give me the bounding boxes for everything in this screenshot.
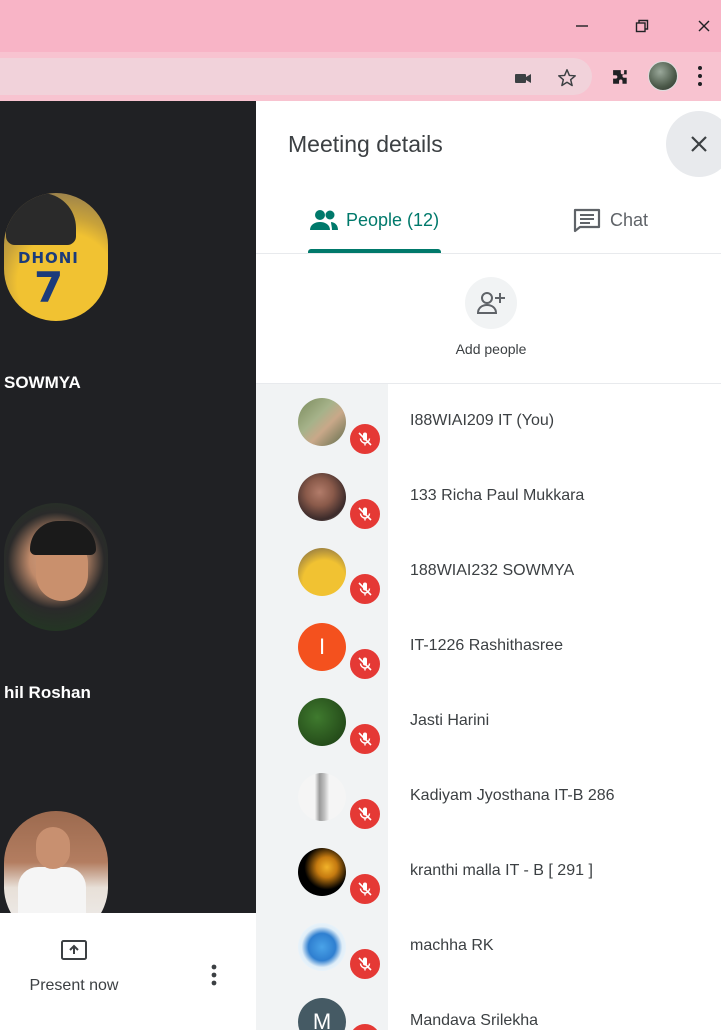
mic-off-badge [348, 572, 382, 606]
mic-off-icon [358, 957, 372, 971]
add-people-circle [465, 277, 517, 329]
restore-icon [635, 19, 649, 33]
participant-tile-avatar [4, 503, 108, 631]
extensions-puzzle-icon[interactable] [608, 65, 632, 89]
avatar-initial: I [318, 634, 326, 659]
participant-list: I88WIAI209 IT (You) 133 Richa Paul Mukka… [256, 384, 721, 1030]
present-now-label: Present now [29, 977, 119, 994]
close-window-button[interactable] [684, 8, 721, 44]
close-panel-button[interactable] [666, 111, 721, 177]
participant-name: Jasti Harini [410, 712, 490, 729]
add-people-button[interactable]: Add people [446, 277, 536, 357]
participant-name: Kadiyam Jyosthana IT-B 286 [410, 787, 615, 804]
meeting-details-panel: Meeting details People (12) Chat Add peo… [256, 101, 721, 1030]
mic-off-icon [358, 807, 372, 821]
participant-avatar [298, 698, 346, 746]
participant-row[interactable]: 133 Richa Paul Mukkara [256, 459, 721, 534]
participant-tile-name: SOWMYA [4, 373, 81, 392]
mic-off-icon [358, 507, 372, 521]
restore-window-button[interactable] [622, 8, 662, 44]
participant-avatar: I [298, 623, 346, 671]
bookmark-star-icon[interactable] [556, 67, 578, 89]
participant-avatar [298, 398, 346, 446]
mic-off-badge [348, 422, 382, 456]
participant-row[interactable]: kranthi malla IT - B [ 291 ] [256, 834, 721, 909]
participant-avatar: M [298, 998, 346, 1030]
participant-name: Mandava Srilekha [410, 1012, 539, 1029]
close-icon [698, 20, 710, 32]
add-people-label: Add people [455, 341, 527, 357]
profile-avatar[interactable] [648, 61, 678, 91]
mic-off-badge [348, 797, 382, 831]
participant-avatar [298, 923, 346, 971]
mic-off-badge [348, 947, 382, 981]
tab-people-label: People (12) [346, 209, 440, 230]
video-stage: DHONI 7 SOWMYA hil Roshan [0, 101, 256, 913]
participant-tile-name: hil Roshan [4, 683, 91, 702]
participant-row[interactable]: Jasti Harini [256, 684, 721, 759]
tabs-divider [256, 253, 721, 254]
participant-name: 133 Richa Paul Mukkara [410, 487, 585, 504]
minimize-icon [576, 25, 588, 27]
panel-title: Meeting details [288, 131, 443, 157]
participant-row[interactable]: machha RK [256, 909, 721, 984]
browser-toolbar [0, 52, 721, 101]
more-vert-icon [211, 964, 217, 986]
participant-name: 188WIAI232 SOWMYA [410, 562, 575, 579]
participant-name: IT-1226 Rashithasree [410, 637, 563, 654]
browser-titlebar [0, 0, 721, 52]
participant-avatar [298, 473, 346, 521]
camera-icon[interactable] [512, 70, 534, 86]
participant-avatar [298, 773, 346, 821]
mic-off-badge [348, 872, 382, 906]
tab-chat[interactable]: Chat [572, 201, 648, 239]
jersey-number: 7 [34, 263, 64, 312]
participant-row[interactable]: M Mandava Srilekha [256, 984, 721, 1030]
participant-row[interactable]: I IT-1226 Rashithasree [256, 609, 721, 684]
chat-icon [573, 208, 601, 233]
present-screen-icon [61, 940, 87, 960]
participant-name: machha RK [410, 937, 494, 954]
browser-menu-icon[interactable] [696, 64, 704, 88]
address-bar[interactable] [0, 58, 592, 95]
present-now-button[interactable]: Present now [18, 939, 130, 1007]
people-icon [310, 210, 338, 230]
participant-row[interactable]: I88WIAI209 IT (You) [256, 384, 721, 459]
participant-row[interactable]: Kadiyam Jyosthana IT-B 286 [256, 759, 721, 834]
participant-avatar [298, 548, 346, 596]
participant-name: I88WIAI209 IT (You) [410, 412, 555, 429]
mic-off-icon [358, 882, 372, 896]
mic-off-badge [348, 722, 382, 756]
mic-off-icon [358, 732, 372, 746]
meeting-controls: Present now [0, 913, 256, 1030]
participant-avatar [298, 848, 346, 896]
person-add-icon [476, 292, 505, 314]
tab-people[interactable]: People (12) [308, 201, 439, 239]
mic-off-badge [348, 497, 382, 531]
participant-row[interactable]: 188WIAI232 SOWMYA [256, 534, 721, 609]
tab-chat-label: Chat [610, 209, 649, 230]
participant-name: kranthi malla IT - B [ 291 ] [410, 862, 593, 879]
app-window: { "meeting_panel": { "title": "Meeting d… [0, 0, 721, 1030]
participant-tile-avatar [4, 811, 108, 913]
mic-off-icon [358, 582, 372, 596]
close-icon [691, 136, 707, 152]
avatar-initial: M [312, 1009, 332, 1030]
minimize-window-button[interactable] [562, 8, 602, 44]
mic-off-icon [358, 657, 372, 671]
participant-tile-avatar: DHONI 7 [4, 193, 108, 321]
mic-off-badge [348, 1022, 382, 1030]
more-options-button[interactable] [202, 961, 226, 989]
mic-off-badge [348, 647, 382, 681]
mic-off-icon [358, 432, 372, 446]
